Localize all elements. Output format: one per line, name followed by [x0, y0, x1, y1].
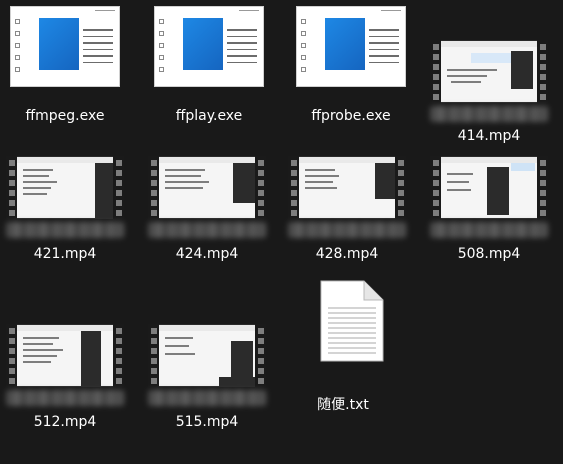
file-item-512[interactable]: 512.mp4: [0, 324, 130, 464]
file-name: ffplay.exe: [175, 108, 243, 124]
file-name: 508.mp4: [457, 246, 521, 262]
film-strip-icon: [288, 156, 406, 219]
blurred-region: [6, 222, 124, 238]
file-item-515[interactable]: 515.mp4: [142, 324, 272, 464]
file-item-508[interactable]: 508.mp4: [424, 156, 554, 296]
blurred-region: [6, 390, 124, 406]
blurred-region: [148, 390, 266, 406]
file-item-txt[interactable]: 随便.txt: [278, 274, 408, 414]
file-item-421[interactable]: 421.mp4: [0, 156, 130, 296]
text-document-icon: [320, 280, 384, 362]
blurred-region: [430, 222, 548, 238]
file-name: 424.mp4: [175, 246, 239, 262]
file-name: ffmpeg.exe: [25, 108, 105, 124]
blurred-region: [288, 222, 406, 238]
film-strip-icon: [6, 156, 124, 219]
file-name: 515.mp4: [175, 414, 239, 430]
file-name: 421.mp4: [33, 246, 97, 262]
blurred-region: [430, 106, 548, 122]
film-strip-icon: [148, 324, 266, 387]
blurred-region: [148, 222, 266, 238]
application-window-icon: [286, 0, 416, 100]
file-item-ffplay[interactable]: ffplay.exe: [144, 0, 274, 140]
film-strip-icon: [430, 156, 548, 219]
file-name: 428.mp4: [315, 246, 379, 262]
file-name: ffprobe.exe: [311, 108, 391, 124]
application-window-icon: [0, 0, 130, 100]
file-item-ffprobe[interactable]: ffprobe.exe: [286, 0, 416, 140]
film-strip-icon: [6, 324, 124, 387]
application-window-icon: [144, 0, 274, 100]
file-name: 414.mp4: [457, 128, 521, 144]
film-strip-icon: [148, 156, 266, 219]
film-strip-icon: [430, 40, 548, 103]
file-item-424[interactable]: 424.mp4: [142, 156, 272, 296]
file-item-ffmpeg[interactable]: ffmpeg.exe: [0, 0, 130, 140]
file-name: 随便.txt: [317, 397, 369, 413]
file-name: 512.mp4: [33, 414, 97, 430]
